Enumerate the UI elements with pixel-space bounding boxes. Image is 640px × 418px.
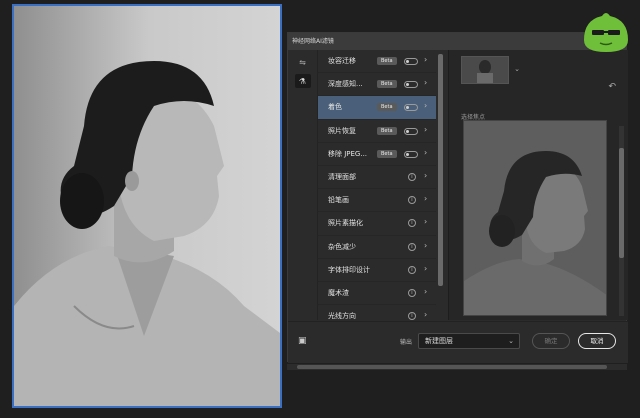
horizontal-scrollbar[interactable] [287,364,627,370]
all-filters-icon[interactable]: ⇋ [295,55,311,69]
filter-row[interactable]: 深度感知... Beta › [318,73,436,97]
chevron-right-icon[interactable]: › [424,125,427,134]
filter-label: 清理面部 [328,173,356,182]
filter-category-rail: ⇋ ⚗ [288,50,318,320]
beta-badge: Beta [377,149,397,158]
filter-label: 深度感知... [328,80,363,89]
info-icon[interactable]: i [408,242,416,251]
filter-row[interactable]: 清理面部 i › [318,166,436,190]
photoshop-workspace: 神经网络AI滤镜 ⇋ ⚗ 妆容迁移 Beta › 深度感知... Beta › 着色 Beta… [0,0,640,418]
chevron-right-icon[interactable]: › [424,55,427,64]
filter-toggle[interactable] [404,104,418,112]
filter-row[interactable]: 魔术渣 i › [318,282,436,306]
filter-row[interactable]: 移除 JPEG... Beta › [318,143,436,166]
chevron-right-icon[interactable]: › [424,217,427,226]
chevron-right-icon[interactable]: › [424,194,427,203]
reset-icon[interactable]: ↶ [608,82,616,92]
preview-pane: ⌄ ↶ 选择焦点 [448,50,628,320]
filter-row[interactable]: 杂色减少 i › [318,236,436,259]
reference-thumbnail [462,57,508,83]
info-icon[interactable]: i [408,265,416,274]
chevron-right-icon[interactable]: › [424,171,427,180]
chevron-right-icon[interactable]: › [424,78,427,87]
dialog-title: 神经网络AI滤镜 [288,33,626,50]
info-icon[interactable]: i [408,288,416,297]
chevron-down-icon: ⌄ [508,337,514,345]
filter-row[interactable]: 字体排印设计 i › [318,259,436,282]
filter-label: 杂色减少 [328,242,356,251]
filter-row[interactable]: 妆容迁移 Beta › [318,50,436,74]
filter-row[interactable]: 照片恢复 Beta › [318,120,436,143]
preview-scrollbar[interactable] [619,126,624,316]
preview-image[interactable] [463,120,607,316]
mascot-logo [584,13,628,52]
filter-row[interactable]: 铅笔画 i › [318,189,436,213]
output-select[interactable]: 新建图层 ⌄ [418,333,520,349]
output-select-value: 新建图层 [425,337,453,345]
filter-label: 妆容迁移 [328,57,356,66]
chevron-right-icon[interactable]: › [424,148,427,157]
chevron-right-icon[interactable]: › [424,101,427,110]
beta-badge: Beta [377,57,397,66]
filter-label: 魔术渣 [328,288,349,297]
filter-row[interactable]: 着色 Beta › [318,96,436,120]
info-icon[interactable]: i [408,312,416,320]
beta-badge: Beta [377,103,397,112]
info-icon[interactable]: i [408,172,416,181]
filter-list-scrollbar[interactable] [437,50,445,320]
dialog-footer: ▣ 输出 新建图层 ⌄ 确定 取消 [288,321,628,363]
info-icon[interactable]: i [408,196,416,205]
beta-badge: Beta [377,126,397,135]
document-canvas[interactable] [12,4,282,408]
filter-label: 铅笔画 [328,196,349,205]
filter-label: 照片恢复 [328,126,356,135]
cancel-button[interactable]: 取消 [578,333,616,349]
filter-label: 移除 JPEG... [328,149,368,158]
neural-filters-dialog: 神经网络AI滤镜 ⇋ ⚗ 妆容迁移 Beta › 深度感知... Beta › 着色 Beta… [287,32,628,363]
ok-button[interactable]: 确定 [532,333,570,349]
filter-label: 字体排印设计 [328,265,370,274]
filter-list: 妆容迁移 Beta › 深度感知... Beta › 着色 Beta › 照片恢复 Beta › 移除 … [318,50,436,320]
filter-toggle[interactable] [404,150,418,158]
chevron-right-icon[interactable]: › [424,264,427,273]
chevron-right-icon[interactable]: › [424,287,427,296]
chevron-right-icon[interactable]: › [424,241,427,250]
filter-label: 照片素描化 [328,219,363,228]
beta-filters-icon[interactable]: ⚗ [294,74,311,88]
filter-label: 着色 [328,103,342,112]
chevron-down-icon[interactable]: ⌄ [514,65,520,73]
portrait-photo [14,6,280,406]
filter-row[interactable]: 照片素描化 i › [318,212,436,236]
filter-toggle[interactable] [404,58,418,65]
filter-label: 光线方向 [328,312,356,320]
filter-toggle[interactable] [404,81,418,89]
info-icon[interactable]: i [408,219,416,228]
show-layer-icon[interactable]: ▣ [298,336,307,346]
output-label: 输出 [400,339,413,346]
chevron-right-icon[interactable]: › [424,310,427,319]
filter-toggle[interactable] [404,127,418,135]
reference-image-selector[interactable]: ⌄ [461,56,520,84]
filter-row[interactable]: 光线方向 i › [318,305,436,320]
beta-badge: Beta [377,80,397,89]
